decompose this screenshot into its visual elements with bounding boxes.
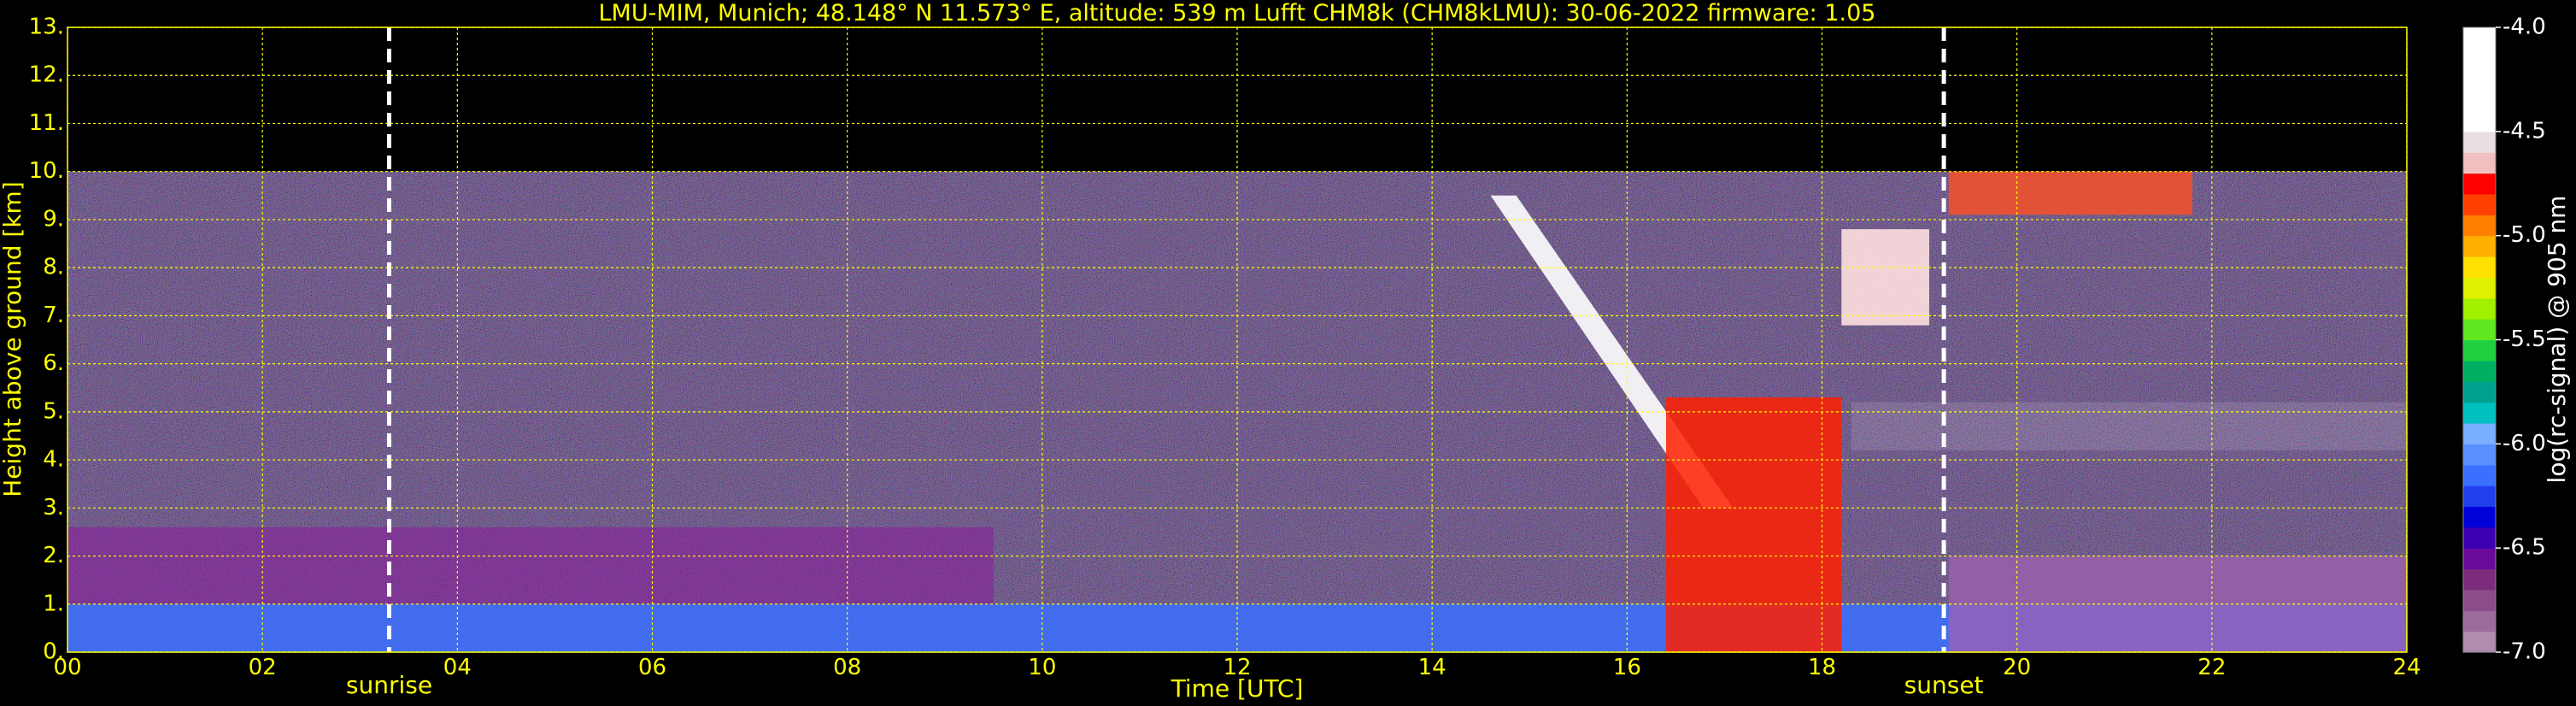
feature-convective-cloud <box>1665 397 1842 652</box>
y-tick-label: 10. <box>29 158 64 184</box>
y-axis-label: Height above ground [km] <box>0 181 26 497</box>
y-tick-label: 5. <box>43 398 64 424</box>
y-tick-label: 1. <box>43 591 64 616</box>
x-tick-label: 16 <box>1613 655 1641 680</box>
feature-mid-level-cloud-5km <box>1851 402 2407 450</box>
colorbar-tick-label: -5.0 <box>2503 222 2546 248</box>
colorbar-segment <box>2463 485 2496 508</box>
y-tick-label: 9. <box>43 206 64 232</box>
feature-cirrus-top <box>1948 171 2193 215</box>
colorbar-segment <box>2463 297 2496 320</box>
colorbar-segment <box>2463 90 2496 112</box>
chart-title: LMU-MIM, Munich; 48.148° N 11.573° E, al… <box>599 0 1876 26</box>
colorbar-segment <box>2463 422 2496 444</box>
colorbar-segment <box>2463 152 2496 174</box>
plot-area <box>67 26 2408 653</box>
colorbar-segment <box>2463 48 2496 70</box>
colorbar-segment <box>2463 568 2496 591</box>
colorbar-segment <box>2463 402 2496 424</box>
colorbar-segment <box>2463 131 2496 153</box>
colorbar-segment <box>2463 527 2496 549</box>
y-tick-label: 4. <box>43 447 64 473</box>
y-tick-label: 8. <box>43 255 64 280</box>
colorbar-tick-label: -4.5 <box>2503 118 2546 144</box>
colorbar-segment <box>2463 589 2496 611</box>
x-tick-label: 22 <box>2198 655 2226 680</box>
x-tick-label: 10 <box>1028 655 1056 680</box>
ceilometer-chart: LMU-MIM, Munich; 48.148° N 11.573° E, al… <box>0 0 2571 703</box>
colorbar-segment <box>2463 381 2496 403</box>
colorbar-segment <box>2463 27 2496 49</box>
colorbar-tick-label: -6.0 <box>2503 431 2546 456</box>
sunset-label: sunset <box>1904 671 1984 699</box>
colorbar-segment <box>2463 173 2496 195</box>
colorbar-tick-label: -7.0 <box>2503 639 2546 665</box>
colorbar-segment <box>2463 506 2496 528</box>
x-tick-label: 14 <box>1418 655 1446 680</box>
x-tick-label: 04 <box>443 655 472 680</box>
colorbar-segment <box>2463 215 2496 237</box>
sunrise-label: sunrise <box>346 671 432 699</box>
y-tick-label: 3. <box>43 495 64 521</box>
colorbar-segment <box>2463 631 2496 653</box>
colorbar-segment <box>2463 193 2496 215</box>
x-tick-label: 24 <box>2392 655 2421 680</box>
colorbar-segment <box>2463 610 2496 632</box>
colorbar-segment <box>2463 464 2496 486</box>
colorbar-segment <box>2463 360 2496 382</box>
colorbar-segment <box>2463 444 2496 466</box>
colorbar-segment <box>2463 319 2496 341</box>
colorbar-segment <box>2463 339 2496 362</box>
x-tick-label: 18 <box>1808 655 1836 680</box>
colorbar-tick-label: -5.5 <box>2503 327 2546 352</box>
x-tick-label: 06 <box>638 655 666 680</box>
y-tick-label: 13. <box>29 15 64 40</box>
y-tick-label: 6. <box>43 350 64 376</box>
y-tick-label: 7. <box>43 303 64 328</box>
colorbar-segment <box>2463 548 2496 570</box>
y-tick-label: 12. <box>29 62 64 88</box>
colorbar-segment <box>2463 110 2496 132</box>
colorbar-segment <box>2463 235 2496 257</box>
colorbar-segment <box>2463 256 2496 278</box>
colorbar-label: log(rc-signal) @ 905 nm <box>2543 196 2571 484</box>
feature-residual-layer <box>67 527 994 604</box>
colorbar-tick-label: -6.5 <box>2503 535 2546 561</box>
colorbar-segment <box>2463 68 2496 91</box>
y-tick-label: 11. <box>29 110 64 136</box>
x-tick-label: 00 <box>53 655 81 680</box>
feature-high-cloud-streaks <box>1841 229 1929 326</box>
x-tick-label: 08 <box>833 655 861 680</box>
x-tick-label: 02 <box>249 655 277 680</box>
x-tick-label: 20 <box>2003 655 2031 680</box>
colorbar-segment <box>2463 277 2496 299</box>
y-tick-label: 2. <box>43 543 64 568</box>
colorbar: -4.0 -4.5 -5.0 -5.5 -6.0 -6.5 -7.0 <box>2462 15 2546 665</box>
x-axis-label: Time [UTC] <box>1171 674 1304 703</box>
colorbar-tick-label: -4.0 <box>2503 15 2546 40</box>
